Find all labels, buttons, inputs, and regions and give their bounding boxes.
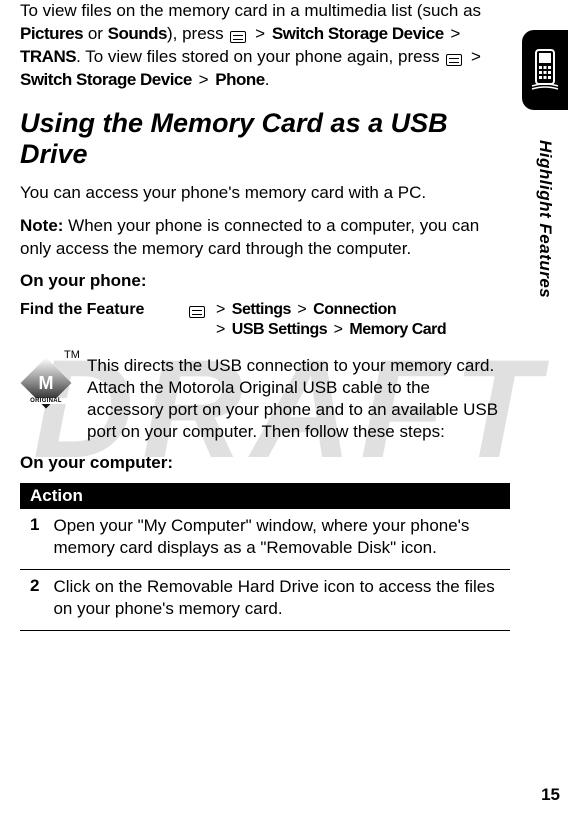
motorola-text: This directs the USB connection to your … [87,355,510,443]
switch-storage-label: Switch Storage Device [272,24,444,43]
note-paragraph: Note: When your phone is connected to a … [20,215,510,261]
find-feature-icon-col [186,301,208,319]
gt: > [255,24,265,43]
settings-label: Settings [232,301,291,318]
menu-icon [446,54,462,66]
table-row: 2 Click on the Removable Hard Drive icon… [20,570,510,631]
page-number: 15 [541,785,560,805]
gt: > [471,47,481,66]
note-text: When your phone is connected to a comput… [20,216,479,258]
intro-text-1: To view files on the memory card in a mu… [20,1,481,20]
sounds-label: Sounds [108,24,167,43]
intro-paragraph: To view files on the memory card in a mu… [20,0,510,92]
gt: > [216,301,225,318]
table-row: 1 Open your "My Computer" window, where … [20,509,510,570]
phone-label: Phone [215,70,264,89]
gt: > [334,321,343,338]
intro-text-3: . To view files stored on your phone aga… [76,47,444,66]
section-heading: Using the Memory Card as a USB Drive [20,108,510,170]
action-text: Click on the Removable Hard Drive icon t… [53,576,500,620]
on-your-phone-label: On your phone: [20,271,510,291]
motorola-original-tag: ORIGINAL [20,398,72,404]
memory-card-label: Memory Card [349,321,446,338]
motorola-original-block: TM M ORIGINAL This directs the USB conne… [20,355,510,443]
usb-settings-label: USB Settings [232,321,327,338]
note-label: Note: [20,216,63,235]
find-feature-path: > Settings > Connection > USB Settings >… [214,301,510,341]
gt: > [216,321,225,338]
find-feature-block: Find the Feature > Settings > Connection… [20,301,510,341]
trans-label: TRANS [20,47,76,66]
action-text: Open your "My Computer" window, where yo… [53,515,500,559]
action-number: 1 [30,515,39,559]
body-paragraph-1: You can access your phone's memory card … [20,182,510,205]
pictures-label: Pictures [20,24,83,43]
find-feature-label: Find the Feature [20,301,180,319]
tm-mark: TM [64,349,80,361]
intro-text-2: ), press [167,24,228,43]
switch-storage-label-2: Switch Storage Device [20,70,192,89]
connection-label: Connection [313,301,396,318]
page-content: To view files on the memory card in a mu… [0,0,580,631]
gt: > [199,70,209,89]
on-your-computer-label: On your computer: [20,453,510,473]
motorola-logo-wrap: TM M ORIGINAL [20,355,75,401]
gt: > [450,24,460,43]
action-table-header: Action [20,483,510,509]
menu-icon [230,31,246,43]
intro-or: or [83,24,108,43]
action-number: 2 [30,576,39,620]
gt: > [297,301,306,318]
intro-period: . [265,70,270,89]
menu-icon [189,306,205,318]
